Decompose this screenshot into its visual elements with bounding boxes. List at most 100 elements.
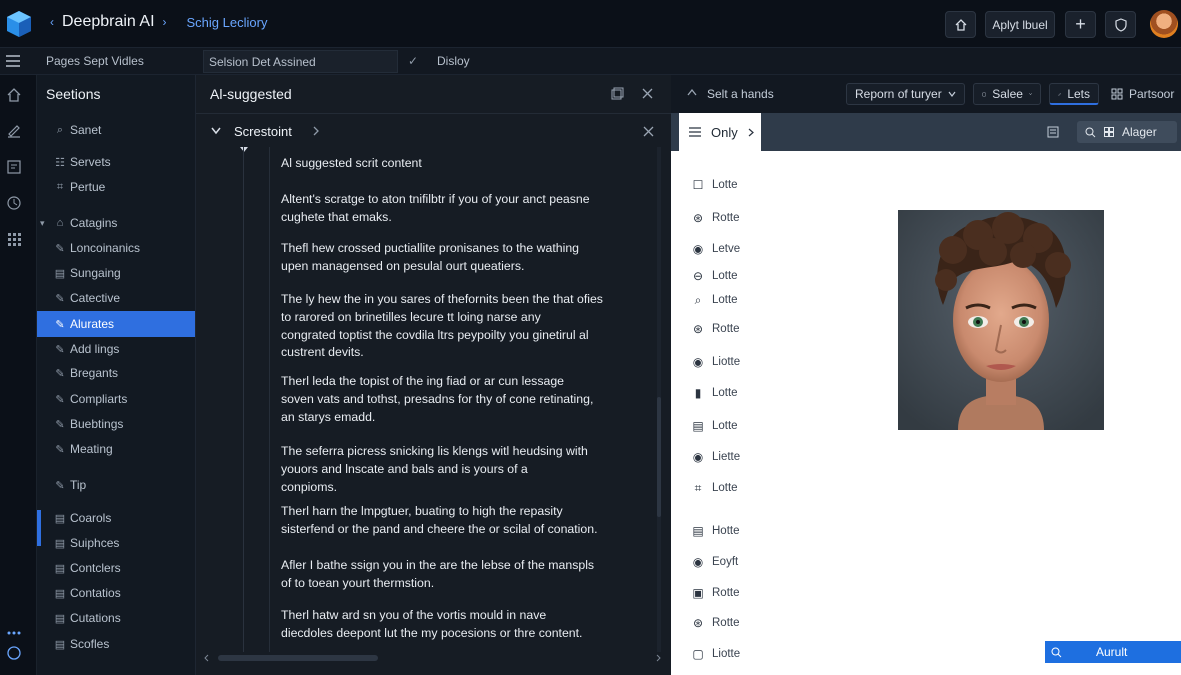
apps-grid-icon[interactable] [6,231,22,247]
sidebar-item-label: Pertue [70,180,106,194]
sidebar-item-13[interactable]: ✎ Tip [37,472,195,498]
script-paragraph[interactable]: The seferra picress snicking lis klengs … [281,443,636,496]
edit-icon[interactable] [6,123,22,139]
layer-list-item[interactable]: ◉ Liette [691,447,740,467]
check-icon[interactable]: ✓ [408,54,418,68]
layer-list-item[interactable]: ⊛ Rotte [691,319,740,339]
sidebar-item-label: Catagins [70,216,118,230]
home-button[interactable] [945,11,976,38]
sidebar-item-9[interactable]: ✎ Bregants [37,360,195,386]
partsoor-button[interactable]: Partsoor [1111,87,1174,101]
layer-list-item[interactable]: ⌕ Lotte [691,290,738,310]
sidebar-item-17[interactable]: ▤ Contatios [37,580,195,606]
forward-chevron-icon[interactable]: › [163,15,167,29]
apply-filter-button[interactable]: Aurult [1045,641,1181,663]
sidebar-item-10[interactable]: ✎ Compliarts [37,386,195,412]
sidebar-item-19[interactable]: ▤ Scofles [37,631,195,657]
section-title[interactable]: Screstoint [234,124,292,139]
shield-button[interactable] [1105,11,1136,38]
lets-button[interactable]: Lets [1049,83,1099,105]
preview-toolbar: Selt a hands Reporn of turyer Salee Lets… [671,75,1181,113]
close-icon[interactable] [642,88,653,99]
sidebar-item-0[interactable]: ⌕ Sanet [37,117,195,143]
sidebar-item-11[interactable]: ✎ Buebtings [37,411,195,437]
sidebar-item-2[interactable]: ⌗ Pertue [37,174,195,200]
script-paragraph[interactable]: Altent's scratge to aton tnifilbtr if yo… [281,191,636,227]
layer-list-item[interactable]: ▣ Rotte [691,583,739,603]
sidebar-item-6[interactable]: ✎ Catective [37,285,195,311]
home-icon[interactable] [6,87,22,103]
avatar[interactable] [1150,10,1178,38]
layout-icon[interactable] [1047,126,1059,138]
more-icon[interactable] [6,625,22,641]
salee-dropdown[interactable]: Salee [973,83,1041,105]
layer-label: Lotte [712,294,738,306]
clock-icon[interactable] [6,195,22,211]
alager-dropdown[interactable]: Alager [1077,121,1177,143]
sidebar-item-label: Sanet [70,123,102,137]
layer-label: Lotte [712,270,738,282]
layer-list-item[interactable]: ⊛ Rotte [691,208,740,228]
sidebar-item-16[interactable]: ▤ Contclers [37,555,195,581]
layer-label: Hotte [712,525,740,537]
layer-list-item[interactable]: ◉ Letve [691,239,740,259]
back-chevron-icon[interactable]: ‹ [50,15,54,29]
sidebar-item-15[interactable]: ▤ Suiphces [37,530,195,556]
layer-label: Lotte [712,179,738,191]
copy-icon[interactable] [611,87,624,100]
avatar-portrait[interactable] [898,210,1104,430]
layer-list-item[interactable]: ▤ Lotte [691,416,737,436]
layer-list-item[interactable]: ☐ Lotte [691,175,738,195]
layer-label: Letve [712,243,741,255]
document-icon[interactable] [6,159,22,175]
layer-label: Eoyft [712,556,739,568]
script-paragraph[interactable]: The ly hew the in you sares of thefornit… [281,291,636,362]
script-line: Therl leda the topist of the ing fiad or… [281,374,564,388]
menu-icon[interactable] [6,55,20,67]
layer-list-item[interactable]: ▤ Hotte [691,521,740,541]
script-paragraph[interactable]: Therl hatw ard sn you of the vortis moul… [281,607,636,643]
layer-list-item[interactable]: ▢ Liotte [691,644,740,664]
report-dropdown[interactable]: Reporn of turyer [846,83,965,105]
sidebar-item-14[interactable]: ▤ Coarols [37,505,195,531]
layer-list-item[interactable]: ⊖ Lotte [691,266,738,286]
sidebar-item-12[interactable]: ✎ Meating [37,436,195,462]
vertical-scrollbar[interactable] [655,147,663,652]
expand-chevron-icon[interactable]: ▾ [40,218,45,229]
script-paragraph[interactable]: Thefl hew crossed puctiallite pronisanes… [281,240,636,276]
script-paragraph[interactable]: Al suggested scrit content [281,155,636,173]
sidebar-item-5[interactable]: ▤ Sungaing [37,260,195,286]
sidebar-item-1[interactable]: ☷ Servets [37,149,195,175]
layer-list-item[interactable]: ◉ Liotte [691,352,740,372]
script-paragraph[interactable]: Therl harn the lmpgtuer, buating to high… [281,503,636,539]
apply-button[interactable]: Aplyt lbuel [985,11,1055,38]
script-paragraph[interactable]: Afler I bathe ssign you in the are the l… [281,557,636,593]
collapse-chevron-icon[interactable] [211,127,221,135]
expand-chevron-icon[interactable] [312,126,320,136]
session-field[interactable]: Selsion Det Assined [203,50,398,73]
sidebar-item-4[interactable]: ✎ Loncoinanics [37,235,195,261]
horizontal-scrollbar[interactable] [204,653,664,663]
project-name[interactable]: Schig Lecliory [187,15,268,30]
sidebar-item-8[interactable]: ✎ Add lings [37,336,195,362]
layer-label: Rotte [712,212,740,224]
script-content[interactable]: Al suggested scrit content Altent's scrat… [281,155,636,655]
square-icon: ▢ [692,647,704,661]
sidebar-item-3[interactable]: ▾ ⌂ Catagins [37,210,195,236]
close-section-icon[interactable] [643,126,654,137]
help-icon[interactable] [6,645,22,661]
sidebar-item-7[interactable]: ✎ Alurates [37,311,195,337]
script-paragraph[interactable]: Therl leda the topist of the ing fiad or… [281,373,636,426]
only-tab[interactable]: Only [679,113,761,151]
layer-list-item[interactable]: ▮ Lotte [691,383,738,403]
select-hands-label[interactable]: Selt a hands [707,87,774,101]
layer-list-item[interactable]: ⊛ Rotte [691,613,740,633]
add-button[interactable]: + [1065,11,1096,38]
sidebar-item-18[interactable]: ▤ Cutations [37,605,195,631]
only-tab-label: Only [711,124,738,140]
layer-list-item[interactable]: ⌗ Lotte [691,478,738,498]
chevron-up-icon[interactable] [687,89,697,96]
display-label[interactable]: Disloy [437,54,470,68]
record-icon: ◉ [692,242,704,256]
layer-list-item[interactable]: ◉ Eoyft [691,552,738,572]
